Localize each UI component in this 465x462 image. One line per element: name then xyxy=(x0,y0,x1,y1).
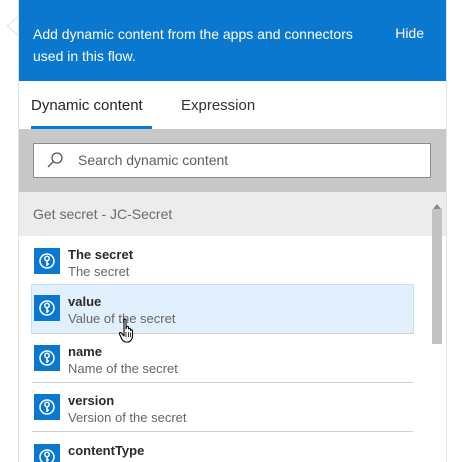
section-header[interactable]: Get secret - JC-Secret xyxy=(19,192,446,236)
item-description: Version of the secret xyxy=(68,410,187,425)
hide-button[interactable]: Hide xyxy=(395,25,424,41)
key-vault-icon xyxy=(34,394,60,420)
flyout-pointer-inner xyxy=(8,18,18,34)
list-item-version[interactable]: version Version of the secret xyxy=(32,384,413,432)
banner-text: Add dynamic content from the apps and co… xyxy=(33,26,353,64)
dynamic-content-panel: Add dynamic content from the apps and co… xyxy=(18,0,447,462)
item-description: The secret xyxy=(68,264,130,279)
key-vault-icon xyxy=(34,248,60,274)
item-divider xyxy=(32,382,413,383)
scroll-thumb[interactable] xyxy=(432,209,442,344)
key-vault-icon xyxy=(34,444,60,462)
search-placeholder: Search dynamic content xyxy=(78,152,229,168)
list-item-name[interactable]: name Name of the secret xyxy=(32,335,413,383)
key-vault-icon xyxy=(34,345,60,371)
list-scrollbar[interactable] xyxy=(428,200,446,462)
search-icon xyxy=(47,152,63,168)
info-banner: Add dynamic content from the apps and co… xyxy=(19,0,446,81)
item-name: contentType xyxy=(68,443,145,458)
item-name: The secret xyxy=(68,247,134,262)
list-item-content-type[interactable]: contentType xyxy=(32,434,413,462)
item-divider xyxy=(32,333,413,334)
item-description: Name of the secret xyxy=(68,361,178,376)
item-divider xyxy=(32,431,413,432)
hand-pointer-cursor-icon xyxy=(118,318,134,343)
item-name: name xyxy=(68,344,102,359)
tab-expression[interactable]: Expression xyxy=(181,97,255,114)
dynamic-content-list: The secret The secret value Value of the… xyxy=(19,236,428,462)
search-area: Search dynamic content xyxy=(19,129,446,192)
key-vault-icon xyxy=(34,295,60,321)
section-title: Get secret - JC-Secret xyxy=(33,206,173,222)
item-name: version xyxy=(68,393,115,408)
search-input[interactable]: Search dynamic content xyxy=(33,143,431,178)
list-item-the-secret[interactable]: The secret The secret xyxy=(32,238,413,286)
tab-dynamic-content[interactable]: Dynamic content xyxy=(31,97,143,114)
tab-bar: Dynamic content Expression xyxy=(19,81,446,129)
list-item-value[interactable]: value Value of the secret xyxy=(31,284,414,334)
item-name: value xyxy=(68,294,102,309)
